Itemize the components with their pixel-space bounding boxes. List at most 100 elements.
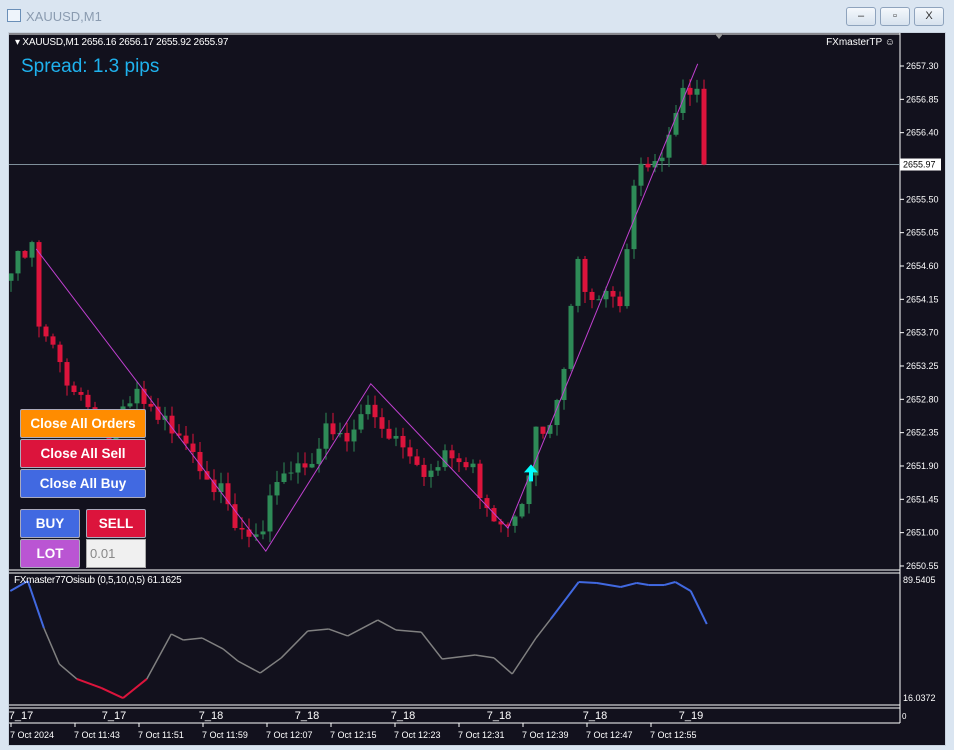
price-tick-label: 2653.70 bbox=[906, 328, 939, 338]
bull-candle bbox=[442, 450, 448, 468]
oscillator-segment bbox=[183, 637, 203, 641]
day-label: 7_17 bbox=[9, 710, 33, 722]
bull-candle bbox=[15, 250, 21, 274]
oscillator-segment bbox=[307, 628, 329, 632]
bear-candle bbox=[57, 344, 63, 363]
bull-candle bbox=[435, 467, 441, 471]
bull-candle bbox=[288, 472, 294, 474]
bear-candle bbox=[344, 432, 350, 442]
oscillator-min-label: 16.0372 bbox=[903, 693, 936, 703]
bear-candle bbox=[85, 394, 91, 408]
bear-candle bbox=[701, 88, 707, 165]
oscillator-segment bbox=[280, 630, 309, 659]
chart-area[interactable]: 2657.30 2656.85 2656.40 2655.50 2655.05 2654.… bbox=[8, 32, 946, 746]
time-label: 7 Oct 11:51 bbox=[138, 730, 184, 740]
bear-candle bbox=[540, 426, 546, 434]
price-tick-label: 2654.15 bbox=[906, 294, 939, 304]
bear-candle bbox=[78, 392, 84, 395]
chart-shift-icon bbox=[715, 34, 723, 39]
oscillator-segment bbox=[420, 631, 443, 660]
bull-candle bbox=[365, 404, 371, 415]
bull-candle bbox=[659, 157, 665, 162]
time-label: 7 Oct 12:15 bbox=[330, 730, 377, 740]
expert-label: FXmasterTP ☺ bbox=[826, 37, 895, 48]
bull-candle bbox=[218, 483, 224, 493]
current-price-label: 2655.97 bbox=[903, 160, 936, 170]
bull-candle bbox=[274, 482, 280, 496]
time-label: 7 Oct 12:47 bbox=[586, 730, 633, 740]
bear-candle bbox=[43, 326, 49, 337]
oscillator-segment bbox=[442, 654, 476, 660]
bull-candle bbox=[309, 463, 315, 468]
spread-display: Spread: 1.3 pips bbox=[21, 56, 160, 77]
chart-window-icon bbox=[7, 9, 21, 22]
time-label: 7 Oct 2024 bbox=[10, 730, 54, 740]
oscillator-segment bbox=[663, 581, 676, 587]
day-label: 7_19 bbox=[679, 710, 703, 722]
oscillator-segment bbox=[493, 657, 513, 675]
oscillator-segment bbox=[347, 619, 379, 637]
oscillator-segment bbox=[474, 654, 495, 659]
bear-candle bbox=[582, 258, 588, 292]
oscillator-segment bbox=[76, 678, 102, 689]
sell-button[interactable]: SELL bbox=[86, 509, 146, 538]
buy-button[interactable]: BUY bbox=[20, 509, 80, 538]
price-tick-label: 2655.05 bbox=[906, 228, 939, 238]
oscillator-segment bbox=[100, 687, 124, 699]
bull-candle bbox=[694, 88, 700, 95]
bear-candle bbox=[421, 464, 427, 477]
close-button[interactable]: X bbox=[914, 7, 944, 26]
bear-candle bbox=[190, 443, 196, 452]
close-all-sell-button[interactable]: Close All Sell bbox=[20, 439, 146, 468]
oscillator-segment bbox=[43, 627, 60, 665]
oscillator-segment bbox=[237, 660, 261, 674]
oscillator-segment bbox=[535, 618, 552, 639]
oscillator-segment bbox=[328, 628, 348, 637]
symbol-info[interactable]: ▾ XAUUSD,M1 2656.16 2656.17 2655.92 2655… bbox=[15, 37, 228, 48]
oscillator-segment bbox=[511, 637, 537, 675]
close-all-buy-button[interactable]: Close All Buy bbox=[20, 469, 146, 498]
bear-candle bbox=[22, 250, 28, 258]
price-tick-label: 2656.85 bbox=[906, 94, 939, 104]
time-label: 7 Oct 12:39 bbox=[522, 730, 569, 740]
bull-candle bbox=[260, 531, 266, 535]
axis-value: 0 bbox=[902, 712, 907, 721]
bear-candle bbox=[239, 527, 245, 530]
price-tick-label: 2650.55 bbox=[906, 561, 939, 571]
window-title: XAUUSD,M1 bbox=[26, 9, 102, 24]
price-tick-label: 2652.80 bbox=[906, 394, 939, 404]
bear-candle bbox=[379, 417, 385, 429]
bear-candle bbox=[645, 163, 651, 168]
lot-input[interactable]: 0.01 bbox=[86, 539, 146, 568]
oscillator-segment bbox=[636, 581, 649, 587]
restore-button[interactable]: ▫ bbox=[880, 7, 910, 26]
price-tick-label: 2651.90 bbox=[906, 461, 939, 471]
bull-candle bbox=[134, 388, 140, 404]
bull-candle bbox=[624, 249, 630, 307]
bear-candle bbox=[302, 463, 308, 468]
oscillator-label: FXmaster77Osisub (0,5,10,0,5) 61.1625 bbox=[14, 575, 182, 586]
oscillator-segment bbox=[620, 581, 638, 588]
bull-candle bbox=[519, 504, 525, 517]
bull-candle bbox=[393, 435, 399, 439]
time-label: 7 Oct 12:55 bbox=[650, 730, 697, 740]
smiley-icon: ☺ bbox=[884, 37, 895, 48]
bear-candle bbox=[148, 403, 154, 407]
chart-canvas[interactable]: 2657.30 2656.85 2656.40 2655.50 2655.05 2654.… bbox=[9, 33, 947, 747]
oscillator-segment bbox=[674, 581, 692, 592]
bear-candle bbox=[414, 456, 420, 465]
bear-candle bbox=[386, 428, 392, 439]
bull-candle bbox=[512, 516, 518, 526]
bear-candle bbox=[183, 435, 189, 444]
minimize-button[interactable]: – bbox=[846, 7, 876, 26]
price-tick-label: 2651.45 bbox=[906, 494, 939, 504]
oscillator-segment bbox=[170, 633, 184, 641]
oscillator-segment bbox=[201, 637, 224, 650]
bear-candle bbox=[400, 435, 406, 448]
oscillator-segment bbox=[26, 580, 45, 629]
bull-candle bbox=[638, 163, 644, 186]
bull-candle bbox=[470, 463, 476, 468]
close-all-orders-button[interactable]: Close All Orders bbox=[20, 409, 146, 438]
oscillator-segment bbox=[395, 629, 422, 633]
oscillator-segment bbox=[58, 663, 78, 680]
